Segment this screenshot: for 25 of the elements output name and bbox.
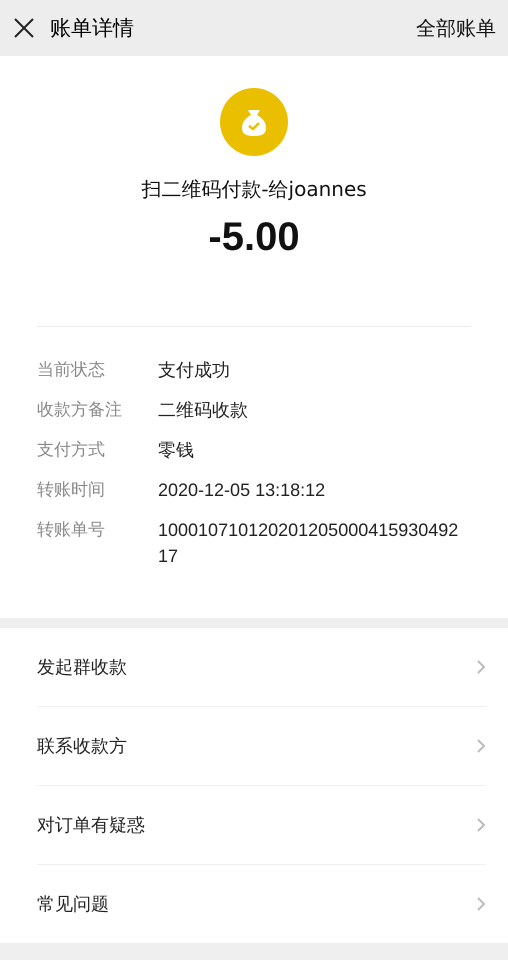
close-button[interactable] [12,16,36,40]
chevron-icon [476,817,486,833]
detail-value: 零钱 [158,439,195,462]
detail-label: 收款方备注 [37,399,123,422]
chevron-icon [476,896,486,912]
detail-label: 支付方式 [37,439,106,462]
detail-label: 转账单号 [37,519,106,542]
payment-title: 扫二维码付款-给joannes [141,176,367,203]
menu-item[interactable]: 常见问题 [37,865,486,943]
detail-label: 当前状态 [37,359,106,382]
amount: -5.00 [208,215,300,260]
menu-item[interactable]: 发起群收款 [37,628,486,707]
page-title: 账单详情 [50,15,135,42]
detail-label: 转账时间 [37,479,106,502]
chevron-icon [476,659,486,675]
money-bag-icon [220,88,288,156]
menu-item[interactable]: 联系收款方 [37,707,486,786]
detail-value: 2020-12-05 13:18:12 [158,479,326,502]
detail-value: 10001071012020120500041593049217 [158,519,460,568]
all-bills-button[interactable]: 全部账单 [416,14,496,42]
detail-value: 二维码收款 [158,399,249,422]
detail-value: 支付成功 [158,359,231,382]
menu-item[interactable]: 对订单有疑惑 [37,786,486,865]
close-icon [12,16,36,40]
chevron-icon [476,738,486,754]
